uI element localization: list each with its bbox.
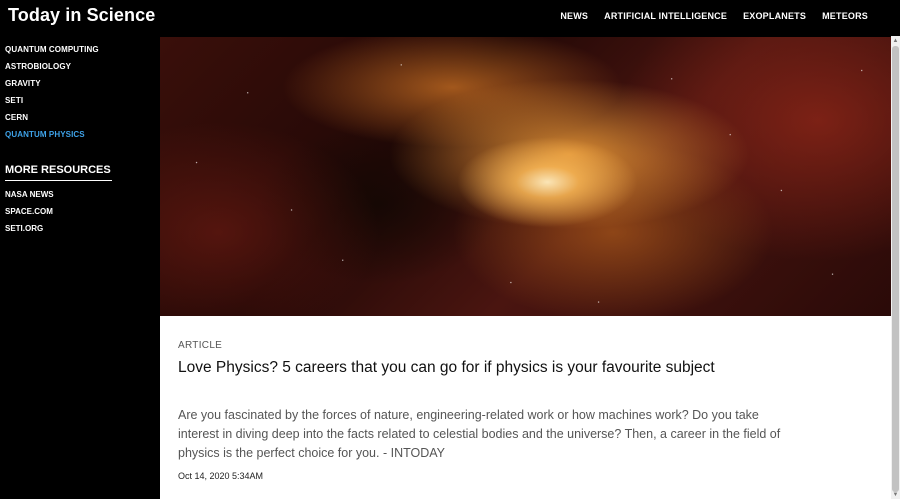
- nav-meteors[interactable]: METEORS: [822, 11, 868, 21]
- site-title[interactable]: Today in Science: [8, 5, 155, 26]
- sidebar: QUANTUM COMPUTING ASTROBIOLOGY GRAVITY S…: [0, 36, 160, 499]
- sidebar-item-gravity[interactable]: GRAVITY: [5, 79, 99, 96]
- article-type-label: ARTICLE: [178, 340, 223, 351]
- scroll-thumb[interactable]: [892, 46, 899, 492]
- resources-list: NASA NEWS SPACE.COM SETI.ORG: [5, 190, 54, 241]
- top-nav: NEWS ARTIFICIAL INTELLIGENCE EXOPLANETS …: [560, 11, 868, 21]
- top-bar: Today in Science NEWS ARTIFICIAL INTELLI…: [0, 0, 900, 36]
- sidebar-topics: QUANTUM COMPUTING ASTROBIOLOGY GRAVITY S…: [5, 45, 99, 147]
- resource-space-com[interactable]: SPACE.COM: [5, 207, 54, 224]
- sidebar-item-quantum-physics[interactable]: QUANTUM PHYSICS: [5, 130, 99, 147]
- nebula-image[interactable]: [160, 37, 891, 316]
- nav-artificial-intelligence[interactable]: ARTIFICIAL INTELLIGENCE: [604, 11, 727, 21]
- sidebar-item-astrobiology[interactable]: ASTROBIOLOGY: [5, 62, 99, 79]
- star-field: [160, 37, 891, 316]
- nav-exoplanets[interactable]: EXOPLANETS: [743, 11, 806, 21]
- nav-news[interactable]: NEWS: [560, 11, 588, 21]
- sidebar-item-quantum-computing[interactable]: QUANTUM COMPUTING: [5, 45, 99, 62]
- article-summary: Are you fascinated by the forces of natu…: [178, 408, 781, 460]
- scroll-down-icon[interactable]: ▼: [891, 490, 900, 499]
- article-card: ARTICLE Love Physics? 5 careers that you…: [160, 316, 891, 499]
- resource-seti-org[interactable]: SETI.ORG: [5, 224, 54, 241]
- sidebar-item-cern[interactable]: CERN: [5, 113, 99, 130]
- article-title[interactable]: Love Physics? 5 careers that you can go …: [178, 358, 778, 378]
- vertical-scrollbar[interactable]: ▲ ▼: [891, 36, 900, 499]
- article-date: Oct 14, 2020 5:34AM: [178, 471, 264, 481]
- sidebar-item-seti[interactable]: SETI: [5, 96, 99, 113]
- more-resources-heading: MORE RESOURCES: [5, 164, 112, 181]
- scroll-up-icon[interactable]: ▲: [891, 36, 900, 45]
- resource-nasa-news[interactable]: NASA NEWS: [5, 190, 54, 207]
